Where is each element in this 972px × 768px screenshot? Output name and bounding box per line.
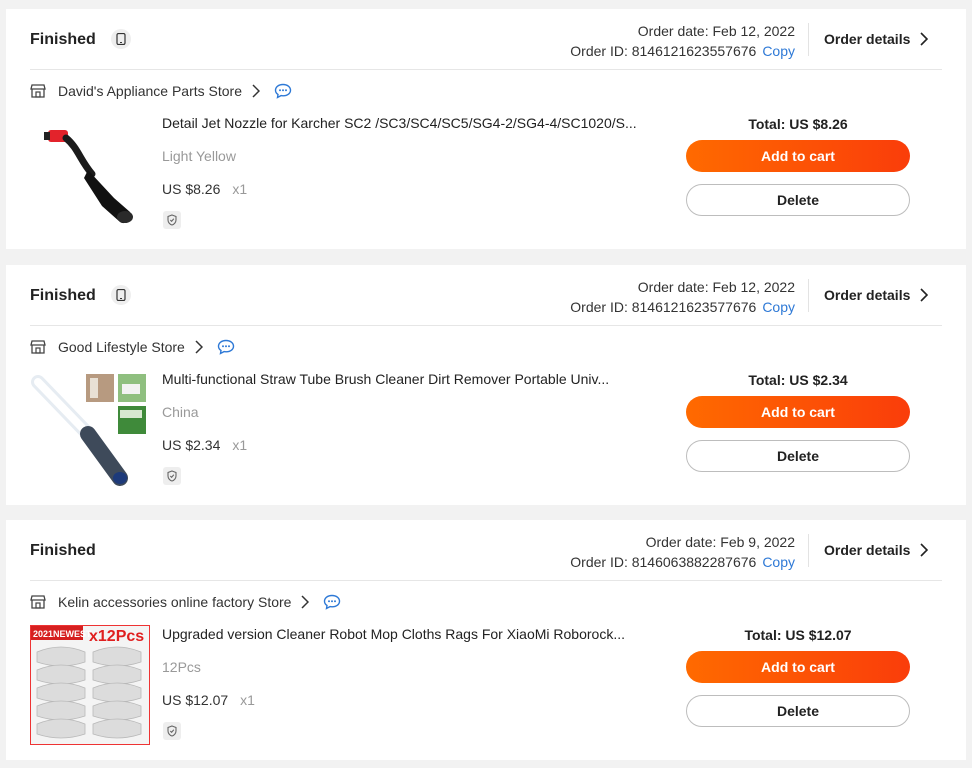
order-total: Total: US $12.07 [744, 627, 852, 643]
divider [808, 279, 809, 312]
add-to-cart-button[interactable]: Add to cart [686, 140, 910, 172]
divider [808, 534, 809, 567]
order-details-link[interactable]: Order details [824, 287, 929, 303]
order-date: Order date: Feb 12, 2022 [637, 23, 795, 39]
divider [808, 23, 809, 56]
product-thumbnail[interactable]: 2021NEWEST x12Pcs [30, 625, 150, 745]
store-row: Good Lifestyle Store [30, 337, 235, 357]
order-total: Total: US $2.34 [748, 372, 848, 388]
divider [30, 69, 942, 70]
order-date: Order date: Feb 9, 2022 [645, 534, 795, 550]
product-title-link[interactable]: Multi-functional Straw Tube Brush Cleane… [162, 371, 642, 387]
add-to-cart-button[interactable]: Add to cart [686, 651, 910, 683]
store-row: David's Appliance Parts Store [30, 81, 292, 101]
delete-button[interactable]: Delete [686, 440, 910, 472]
thumbnail-badge-right: x12Pcs [89, 628, 144, 645]
mobile-device-icon [111, 29, 131, 49]
price-row: US $12.07 x1 [162, 692, 255, 708]
chevron-right-icon[interactable] [252, 84, 260, 98]
order-id: Order ID: 8146063882287676 [570, 554, 757, 570]
chat-icon[interactable] [274, 83, 292, 99]
product-title-link[interactable]: Upgraded version Cleaner Robot Mop Cloth… [162, 626, 642, 642]
thumbnail-badge-left: 2021NEWEST [33, 629, 92, 639]
order-details-link[interactable]: Order details [824, 31, 929, 47]
order-meta: Order date: Feb 9, 2022 Order ID: 814606… [570, 532, 795, 572]
order-id: Order ID: 8146121623557676 [570, 43, 757, 59]
chevron-right-icon [920, 543, 929, 557]
order-card: Finished Order date: Feb 12, 2022 Order … [6, 265, 966, 505]
quantity: x1 [232, 181, 248, 197]
chat-icon[interactable] [323, 594, 341, 610]
order-details-label: Order details [824, 287, 911, 303]
copy-order-id-link[interactable]: Copy [762, 554, 795, 570]
order-meta: Order date: Feb 12, 2022 Order ID: 81461… [570, 277, 795, 317]
chat-icon[interactable] [217, 339, 235, 355]
store-icon [30, 339, 46, 355]
buyer-protection-shield-icon [163, 467, 181, 485]
store-name-link[interactable]: Good Lifestyle Store [58, 339, 185, 355]
buyer-protection-shield-icon [163, 722, 181, 740]
buyer-protection-shield-icon [163, 211, 181, 229]
product-title-link[interactable]: Detail Jet Nozzle for Karcher SC2 /SC3/S… [162, 115, 642, 131]
order-id: Order ID: 8146121623577676 [570, 299, 757, 315]
order-date: Order date: Feb 12, 2022 [637, 279, 795, 295]
chevron-right-icon[interactable] [195, 340, 203, 354]
order-total: Total: US $8.26 [748, 116, 848, 132]
price-row: US $8.26 x1 [162, 181, 247, 197]
divider [30, 325, 942, 326]
copy-order-id-link[interactable]: Copy [762, 299, 795, 315]
quantity: x1 [240, 692, 255, 708]
store-icon [30, 594, 46, 610]
mobile-device-icon [111, 285, 131, 305]
product-thumbnail[interactable] [30, 114, 150, 234]
order-details-label: Order details [824, 542, 911, 558]
copy-order-id-link[interactable]: Copy [762, 43, 795, 59]
delete-button[interactable]: Delete [686, 184, 910, 216]
unit-price: US $12.07 [162, 692, 229, 708]
product-variant: China [162, 404, 199, 420]
order-status: Finished [30, 287, 96, 304]
product-variant: 12Pcs [162, 659, 201, 675]
order-status: Finished [30, 542, 96, 559]
chevron-right-icon [920, 288, 929, 302]
unit-price: US $8.26 [162, 181, 221, 197]
product-variant: Light Yellow [162, 148, 236, 164]
divider [30, 580, 942, 581]
order-status: Finished [30, 31, 96, 48]
chevron-right-icon [920, 32, 929, 46]
order-card: Finished Order date: Feb 12, 2022 Order … [6, 9, 966, 249]
product-thumbnail[interactable] [30, 370, 150, 490]
order-meta: Order date: Feb 12, 2022 Order ID: 81461… [570, 21, 795, 61]
order-details-link[interactable]: Order details [824, 542, 929, 558]
delete-button[interactable]: Delete [686, 695, 910, 727]
chevron-right-icon[interactable] [301, 595, 310, 609]
order-card: Finished Order date: Feb 9, 2022 Order I… [6, 520, 966, 760]
add-to-cart-button[interactable]: Add to cart [686, 396, 910, 428]
store-row: Kelin accessories online factory Store [30, 592, 341, 612]
unit-price: US $2.34 [162, 437, 221, 453]
store-name-link[interactable]: David's Appliance Parts Store [58, 83, 242, 99]
store-icon [30, 83, 46, 99]
order-details-label: Order details [824, 31, 911, 47]
store-name-link[interactable]: Kelin accessories online factory Store [58, 594, 291, 610]
quantity: x1 [232, 437, 248, 453]
price-row: US $2.34 x1 [162, 437, 247, 453]
